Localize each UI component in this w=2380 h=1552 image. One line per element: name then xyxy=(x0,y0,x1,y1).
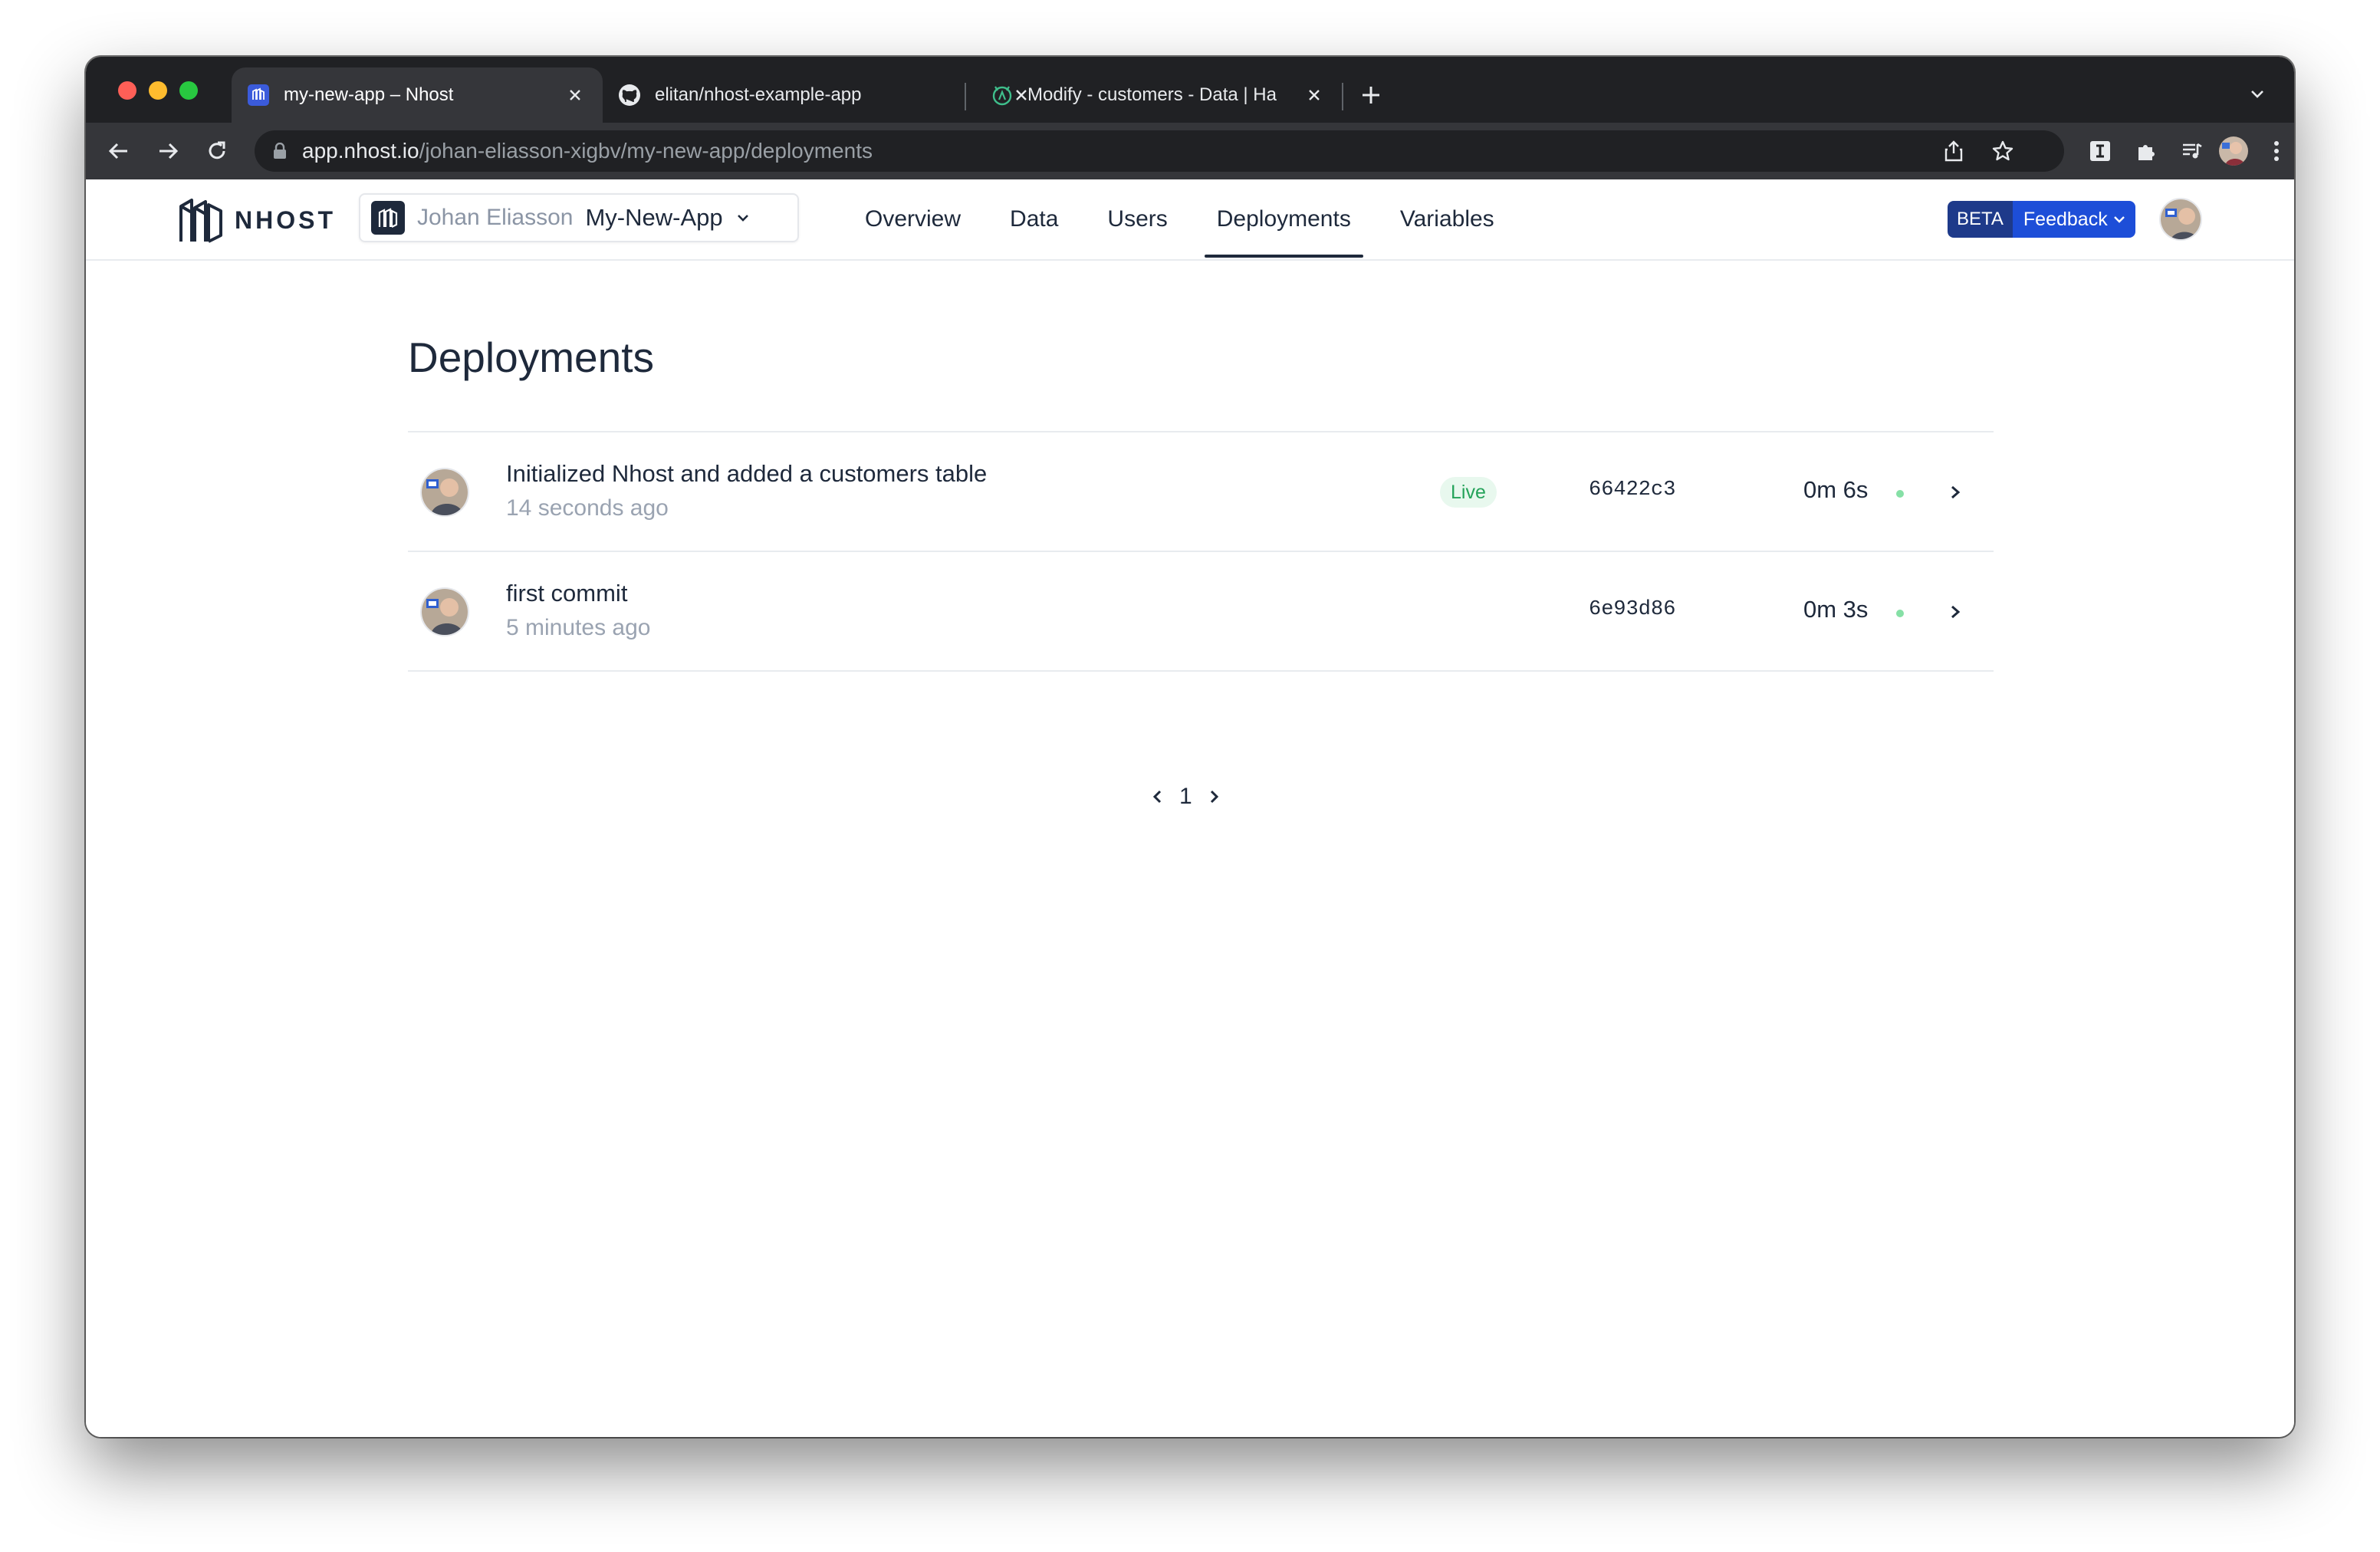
current-page[interactable]: 1 xyxy=(1172,784,1200,810)
url-text: app.nhost.io/johan-eliasson-xigbv/my-new… xyxy=(302,139,873,163)
close-window-button[interactable] xyxy=(118,81,136,100)
main-nav: Overview Data Users Deployments Variable… xyxy=(853,179,1531,259)
project-name: My-New-App xyxy=(585,204,723,231)
main-content: Deployments Initialized Nhost and added … xyxy=(86,261,2294,1437)
chevron-down-icon xyxy=(2113,216,2125,223)
chevron-left-icon[interactable] xyxy=(1144,780,1172,814)
chevron-down-icon xyxy=(735,210,751,225)
nav-overview[interactable]: Overview xyxy=(853,179,973,259)
hasura-icon xyxy=(991,84,1014,107)
tab-title: elitan/nhost-example-app xyxy=(655,84,862,105)
tab-separator xyxy=(1342,83,1343,110)
deploy-duration: 0m 6s xyxy=(1803,476,1869,503)
desktop-background: my-new-app – Nhost elitan/nhost-example-… xyxy=(0,0,2380,1552)
author-avatar xyxy=(420,468,469,517)
nhost-icon xyxy=(247,84,270,107)
commit-message: Initialized Nhost and added a customers … xyxy=(506,460,988,487)
forward-button[interactable] xyxy=(150,133,186,169)
chevron-down-icon xyxy=(2251,90,2263,98)
github-icon xyxy=(618,84,641,107)
user-avatar[interactable] xyxy=(2159,198,2202,241)
author-avatar xyxy=(420,587,469,636)
project-owner: Johan Eliasson xyxy=(417,205,574,230)
close-icon[interactable] xyxy=(563,83,587,107)
app-header: NHOST Johan Eliasson My-New-App Overview… xyxy=(86,179,2294,261)
status-dot xyxy=(1896,490,1904,498)
chevron-right-icon[interactable] xyxy=(1941,478,1969,506)
project-switcher[interactable]: Johan Eliasson My-New-App xyxy=(359,193,799,242)
tab-title: my-new-app – Nhost xyxy=(284,84,454,105)
nhost-logo[interactable]: NHOST xyxy=(176,193,336,247)
extension-instapaper-icon[interactable] xyxy=(2082,133,2118,169)
chevron-right-icon[interactable] xyxy=(1200,780,1228,814)
more-menu-icon[interactable] xyxy=(2259,133,2294,169)
new-tab-button[interactable] xyxy=(1353,77,1389,113)
pagination: 1 xyxy=(1144,778,1228,815)
tab-my-new-app[interactable]: my-new-app – Nhost xyxy=(232,67,603,123)
feedback-label: Feedback xyxy=(2012,201,2135,238)
deploy-time: 5 minutes ago xyxy=(506,615,651,640)
tab-hasura[interactable]: Modify - customers - Data | Ha xyxy=(975,67,1342,123)
profile-avatar[interactable] xyxy=(2219,136,2248,166)
minimize-window-button[interactable] xyxy=(149,81,167,100)
close-icon[interactable] xyxy=(1302,83,1326,107)
tab-title: Modify - customers - Data | Ha xyxy=(1027,84,1277,105)
maximize-window-button[interactable] xyxy=(179,81,198,100)
browser-toolbar: app.nhost.io/johan-eliasson-xigbv/my-new… xyxy=(86,123,2294,179)
commit-hash[interactable]: 66422c3 xyxy=(1589,478,1675,501)
deploy-duration: 0m 3s xyxy=(1803,596,1869,623)
nav-deployments[interactable]: Deployments xyxy=(1204,179,1363,259)
deploy-time: 14 seconds ago xyxy=(506,495,669,521)
tab-strip: my-new-app – Nhost elitan/nhost-example-… xyxy=(86,57,2294,123)
beta-badge: BETA xyxy=(1948,201,2013,238)
commit-hash[interactable]: 6e93d86 xyxy=(1589,598,1675,621)
plus-icon xyxy=(1363,87,1379,104)
feedback-button[interactable]: BETA Feedback xyxy=(1948,201,2135,238)
deployment-row[interactable]: first commit 5 minutes ago 6e93d86 0m 3s xyxy=(408,552,1994,672)
live-badge: Live xyxy=(1440,477,1497,508)
project-icon xyxy=(371,201,405,235)
status-dot xyxy=(1896,610,1904,617)
reload-icon xyxy=(209,141,225,159)
share-icon[interactable] xyxy=(1937,134,1971,168)
logo-wordmark: NHOST xyxy=(235,206,336,234)
nav-data[interactable]: Data xyxy=(998,179,1070,259)
nav-variables[interactable]: Variables xyxy=(1388,179,1507,259)
reload-button[interactable] xyxy=(199,133,235,169)
browser-window: my-new-app – Nhost elitan/nhost-example-… xyxy=(86,57,2294,1437)
nhost-logo-icon xyxy=(179,199,222,243)
deployment-row[interactable]: Initialized Nhost and added a customers … xyxy=(408,432,1994,552)
page-title: Deployments xyxy=(408,334,654,381)
commit-message: first commit xyxy=(506,580,628,607)
arrow-right-icon xyxy=(159,143,179,159)
tab-search-button[interactable] xyxy=(2240,77,2274,110)
tab-separator xyxy=(965,83,966,110)
bookmark-star-icon[interactable] xyxy=(1986,134,2020,168)
chevron-right-icon[interactable] xyxy=(1941,598,1969,626)
nav-users[interactable]: Users xyxy=(1095,179,1179,259)
address-bar[interactable]: app.nhost.io/johan-eliasson-xigbv/my-new… xyxy=(255,130,2064,172)
media-queue-icon[interactable] xyxy=(2175,133,2210,169)
back-button[interactable] xyxy=(101,133,136,169)
extensions-puzzle-icon[interactable] xyxy=(2129,133,2164,169)
arrow-left-icon xyxy=(108,143,127,159)
deployments-list: Initialized Nhost and added a customers … xyxy=(408,431,1994,672)
lock-icon xyxy=(273,143,287,159)
